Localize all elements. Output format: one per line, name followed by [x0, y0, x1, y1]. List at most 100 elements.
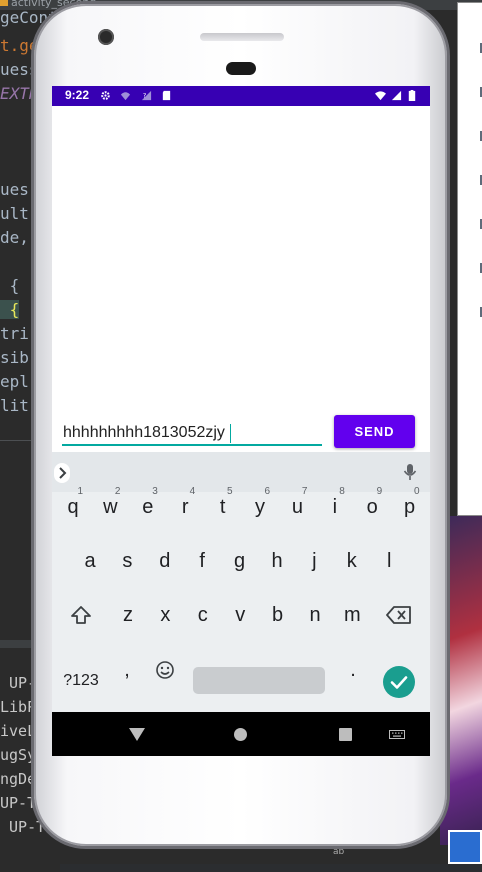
- key-u[interactable]: u7: [280, 484, 314, 530]
- log-line: LibP: [0, 698, 37, 716]
- code-line: {: [0, 276, 20, 295]
- recents-icon[interactable]: [339, 728, 352, 741]
- key-l[interactable]: l: [372, 538, 406, 584]
- text-cursor: [230, 424, 231, 443]
- period-key[interactable]: .: [336, 647, 370, 693]
- signal-question-icon: ?: [141, 90, 152, 101]
- key-x[interactable]: x: [148, 592, 182, 638]
- backspace-key[interactable]: [382, 592, 416, 638]
- key-a[interactable]: a: [73, 538, 107, 584]
- microphone-icon[interactable]: [402, 463, 418, 481]
- key-label: t: [219, 496, 226, 518]
- wifi-icon: [375, 91, 386, 101]
- space-key[interactable]: [193, 667, 325, 694]
- key-r[interactable]: r4: [168, 484, 202, 530]
- key-number-hint: 5: [227, 486, 233, 497]
- keyboard-switch-icon[interactable]: [389, 730, 405, 740]
- key-p[interactable]: p0: [393, 484, 427, 530]
- code-line: tri: [0, 324, 29, 343]
- wifi-off-icon: [120, 92, 131, 101]
- svg-text:?: ?: [143, 91, 146, 99]
- key-label: o: [366, 496, 378, 518]
- key-o[interactable]: o9: [355, 484, 389, 530]
- key-number-hint: 4: [189, 486, 196, 497]
- soft-keyboard: q1w2e3r4t5y6u7i8o9p0 asdfghjkl zxcvbnm ?…: [52, 452, 430, 712]
- device-screen: 9:22 ? SEND q1w2e3r4t5y6u7i8o9p0 asdfghj…: [52, 86, 430, 756]
- key-t[interactable]: t5: [206, 484, 240, 530]
- key-h[interactable]: h: [260, 538, 294, 584]
- backspace-icon: [386, 606, 411, 624]
- navigation-bar: [52, 712, 430, 756]
- key-n[interactable]: n: [298, 592, 332, 638]
- key-g[interactable]: g: [223, 538, 257, 584]
- key-e[interactable]: e3: [131, 484, 165, 530]
- activity-content: [52, 106, 430, 452]
- key-m[interactable]: m: [335, 592, 369, 638]
- key-s[interactable]: s: [110, 538, 144, 584]
- key-label: w: [103, 496, 118, 518]
- key-label: e: [142, 496, 154, 518]
- key-number-hint: 1: [77, 486, 83, 497]
- key-f[interactable]: f: [185, 538, 219, 584]
- gear-icon: [101, 91, 110, 100]
- key-number-hint: 0: [414, 486, 420, 497]
- log-line: UP-T: [0, 794, 37, 812]
- front-camera: [98, 29, 114, 45]
- code-line: EXTR: [0, 84, 39, 103]
- key-label: r: [181, 496, 189, 518]
- status-bar: 9:22 ?: [52, 86, 430, 106]
- key-k[interactable]: k: [335, 538, 369, 584]
- log-line: ugSy: [0, 746, 37, 764]
- key-label: p: [404, 496, 416, 518]
- earpiece: [200, 33, 284, 41]
- comma-key[interactable]: ,: [110, 647, 144, 693]
- checkmark-icon: [390, 676, 408, 689]
- proximity-sensor: [226, 62, 256, 75]
- taskbar-app-icon[interactable]: [448, 830, 482, 864]
- code-line: uess: [0, 60, 39, 79]
- back-icon[interactable]: [129, 728, 145, 741]
- layout-file-icon: [0, 0, 8, 6]
- code-line: sib: [0, 348, 29, 367]
- key-number-hint: 2: [114, 486, 121, 497]
- code-line: ues: [0, 180, 29, 199]
- key-b[interactable]: b: [261, 592, 295, 638]
- key-z[interactable]: z: [111, 592, 145, 638]
- key-y[interactable]: y6: [243, 484, 277, 530]
- chevron-right-icon[interactable]: [54, 463, 70, 483]
- log-line: UP-T: [0, 818, 46, 836]
- symbols-key[interactable]: ?123: [60, 659, 102, 703]
- shift-icon: [71, 606, 91, 624]
- key-number-hint: 3: [152, 486, 158, 497]
- key-w[interactable]: w2: [93, 484, 127, 530]
- key-label: i: [332, 496, 338, 518]
- key-number-hint: 6: [264, 486, 270, 497]
- status-time: 9:22: [65, 88, 90, 102]
- key-c[interactable]: c: [186, 592, 220, 638]
- key-label: u: [291, 496, 303, 518]
- shift-key[interactable]: [64, 592, 98, 638]
- log-line: ngDe: [0, 770, 37, 788]
- send-button[interactable]: SEND: [334, 415, 415, 448]
- code-line: {: [0, 300, 20, 319]
- taskbar-strip: ab: [330, 845, 450, 864]
- emoji-icon: [156, 661, 174, 679]
- key-number-hint: 8: [339, 486, 345, 497]
- key-j[interactable]: j: [297, 538, 331, 584]
- sd-card-icon: [162, 90, 171, 101]
- code-line: lit: [0, 396, 29, 415]
- key-v[interactable]: v: [223, 592, 257, 638]
- key-number-hint: 7: [301, 486, 308, 497]
- message-input[interactable]: [62, 422, 322, 446]
- key-q[interactable]: q1: [56, 484, 90, 530]
- code-line: de,: [0, 228, 29, 247]
- cell-signal-icon: [391, 90, 402, 101]
- code-line: epl: [0, 372, 29, 391]
- key-d[interactable]: d: [148, 538, 182, 584]
- battery-icon: [408, 90, 416, 101]
- home-icon[interactable]: [234, 728, 247, 741]
- key-i[interactable]: i8: [318, 484, 352, 530]
- key-label: y: [255, 496, 265, 518]
- enter-key[interactable]: [383, 666, 415, 698]
- emoji-key[interactable]: [148, 647, 182, 693]
